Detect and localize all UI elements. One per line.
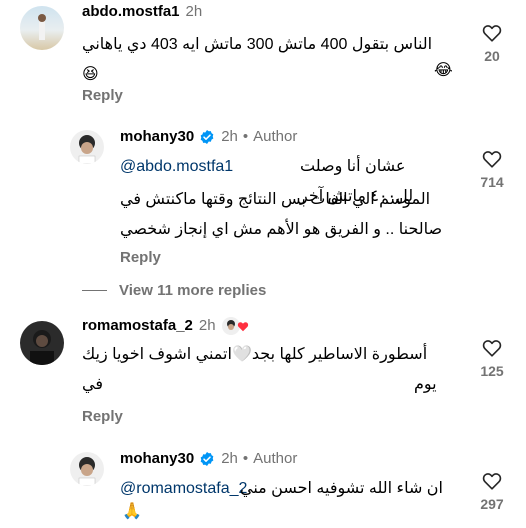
comment-meta: mohany30 2h • Author [120, 128, 297, 146]
like-count: 125 [480, 363, 504, 379]
divider-line [82, 290, 107, 291]
like-control[interactable]: 297 [472, 472, 512, 512]
separator-dot: • [242, 128, 249, 145]
comment-meta: abdo.mostfa1 2h [82, 3, 202, 21]
username[interactable]: mohany30 [120, 450, 194, 468]
like-count: 714 [480, 174, 504, 190]
heart-outline-icon[interactable] [482, 472, 502, 490]
verified-badge-icon [200, 130, 214, 144]
avatar-photo [38, 14, 46, 40]
reply-button[interactable]: Reply [82, 87, 123, 104]
like-control[interactable]: 125 [472, 339, 512, 379]
comment-text-line2: الموسم الي الفات بس النتائج وقتها ماكنتش… [120, 191, 431, 208]
comment-meta: romamostafa_2 2h [82, 317, 249, 335]
reply-button[interactable]: Reply [120, 249, 161, 266]
timestamp: 2h [185, 3, 203, 20]
timestamp: 2h [221, 450, 238, 467]
author-liked-badge [221, 317, 249, 335]
like-control[interactable]: 20 [472, 24, 512, 64]
like-control[interactable]: 714 [472, 150, 512, 190]
timestamp: 2h [198, 317, 216, 334]
comment-text-line2: يوم [414, 376, 437, 393]
view-more-label: View 11 more replies [119, 282, 267, 299]
heart-outline-icon[interactable] [482, 339, 502, 357]
verified-badge-icon [200, 452, 214, 466]
comment-text-line2: ان شاء الله تشوفيه احسن مني [240, 480, 443, 497]
timestamp: 2h [221, 128, 238, 145]
username[interactable]: romamostafa_2 [82, 317, 193, 335]
view-more-replies-button[interactable]: View 11 more replies [82, 282, 266, 299]
comment-text: أسطورة الاساطير كلها بجد🤍اتمني اشوف اخوي… [82, 346, 428, 393]
heart-outline-icon[interactable] [482, 150, 502, 168]
heart-outline-icon[interactable] [482, 24, 502, 42]
mention-link[interactable]: @romamostafa_2 [120, 480, 247, 497]
avatar-photo [78, 135, 96, 164]
username[interactable]: abdo.mostfa1 [82, 3, 180, 21]
avatar[interactable] [70, 452, 104, 486]
heart-filled-icon [237, 321, 248, 331]
avatar[interactable] [70, 130, 104, 164]
comment-text-line2: 😂 [434, 62, 453, 79]
comment-text-line3: 🙏 [122, 503, 142, 520]
avatar-photo [78, 457, 96, 486]
comment-meta: mohany30 2h • Author [120, 450, 297, 468]
mention-link[interactable]: @abdo.mostfa1 [120, 158, 233, 175]
author-label: Author [253, 128, 298, 145]
author-label: Author [253, 450, 298, 467]
avatar[interactable] [20, 321, 64, 365]
comment-text: الناس بتقول 400 ماتش 300 ماتش ايه 403 دي… [82, 36, 433, 83]
separator-dot: • [242, 450, 249, 467]
avatar[interactable] [20, 6, 64, 50]
like-count: 297 [480, 496, 504, 512]
avatar-photo [30, 330, 54, 365]
comment-text-line3: صالحنا .. و الفريق هو الأهم مش اي إنجاز … [120, 221, 443, 238]
username[interactable]: mohany30 [120, 128, 194, 146]
like-count: 20 [484, 48, 500, 64]
reply-button[interactable]: Reply [82, 408, 123, 425]
